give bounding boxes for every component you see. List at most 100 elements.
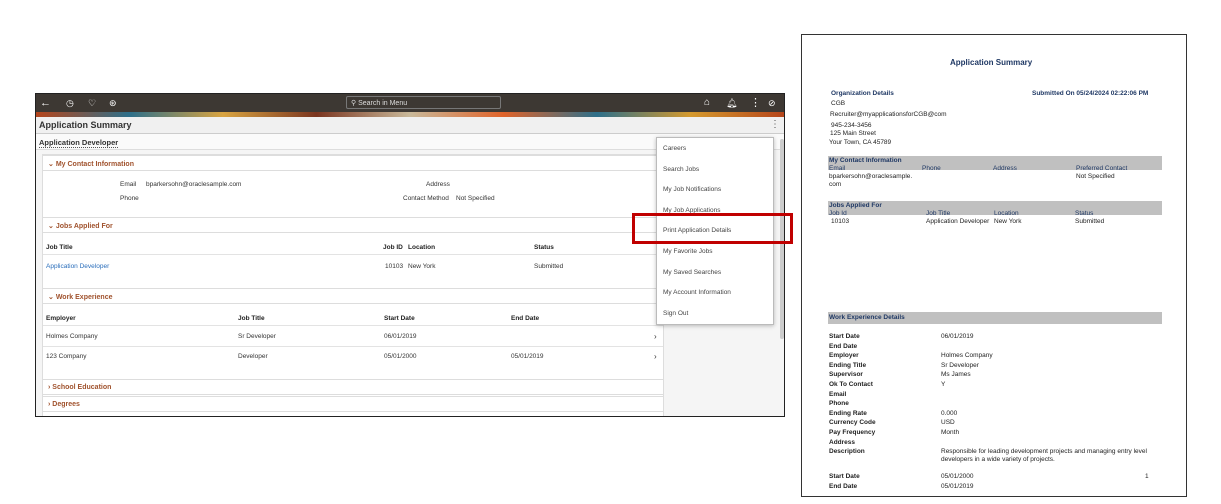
- column-header: Email: [829, 165, 846, 172]
- contact-method-label: Contact Method: [403, 195, 449, 202]
- org-city: Your Town, CA 45789: [829, 139, 892, 146]
- content-panel: ⌄ My Contact Information Email bparkerso…: [42, 154, 664, 416]
- contact-email-cont: com: [829, 181, 842, 188]
- column-header: Location: [408, 244, 436, 251]
- back-icon[interactable]: ←: [40, 96, 51, 110]
- field-value: USD: [941, 419, 955, 427]
- home-icon[interactable]: ⌂: [704, 96, 710, 110]
- search-input[interactable]: ⚲ Search in Menu: [346, 96, 501, 109]
- field-label: End Date: [829, 342, 858, 350]
- column-header: Job ID: [383, 244, 403, 251]
- menu-item-favorite-jobs[interactable]: My Favorite Jobs: [663, 248, 713, 255]
- field-label: Employer: [829, 352, 859, 360]
- field-value: Month: [941, 429, 960, 436]
- menu-item-account-information[interactable]: My Account Information: [663, 289, 731, 296]
- section-title: School Education: [52, 384, 112, 391]
- field-value: 05/01/2000: [941, 473, 974, 480]
- column-header: Preferred Contact: [1076, 165, 1128, 172]
- field-label: End Date: [829, 482, 858, 490]
- column-header: Status: [534, 244, 554, 251]
- chevron-right-icon: ›: [654, 332, 657, 341]
- field-label: Start Date: [829, 333, 860, 340]
- column-header: Job Title: [238, 315, 265, 322]
- job-id: 10103: [831, 218, 850, 225]
- page-title: Application Summary: [36, 117, 784, 134]
- job-subtitle: Application Developer: [39, 138, 119, 148]
- actions-menu-icon[interactable]: ⋮: [750, 96, 761, 110]
- section-degrees-toggle[interactable]: › Degrees: [43, 396, 663, 412]
- work-row[interactable]: 123 Company Developer 05/01/2000 05/01/2…: [43, 347, 663, 367]
- highlight-box: [632, 213, 793, 244]
- field-label: Supervisor: [829, 371, 863, 379]
- start-date: 06/01/2019: [384, 333, 417, 340]
- navbar-compass-icon[interactable]: ⊘: [768, 96, 776, 110]
- field-value: Holmes Company: [941, 352, 993, 360]
- column-header: Phone: [922, 165, 941, 172]
- application-window: ← ◷ ♡ ⊛ ⚲ Search in Menu ⌂ 🔔︎ ⋮ ⊘ Applic…: [35, 93, 785, 417]
- field-label: Currency Code: [829, 419, 876, 427]
- description-cont: developers in a wide variety of projects…: [941, 456, 1055, 463]
- field-label: Start Date: [829, 473, 860, 480]
- section-work-toggle[interactable]: ⌄ Work Experience: [43, 288, 663, 304]
- job-location: New York: [994, 218, 1022, 225]
- org-email: Recruiter@myapplicationsforCGB@com: [830, 111, 947, 118]
- job-title-link[interactable]: Application Developer: [46, 263, 109, 270]
- field-value: Responsible for leading development proj…: [941, 448, 1147, 456]
- field-label: Phone: [829, 400, 849, 408]
- section-contact-toggle[interactable]: ⌄ My Contact Information: [43, 155, 663, 171]
- menu-item-search-jobs[interactable]: Search Jobs: [663, 166, 699, 173]
- org-heading: Organization Details: [831, 90, 894, 97]
- contact-method-value: Not Specified: [456, 195, 495, 202]
- search-placeholder: Search in Menu: [358, 100, 408, 107]
- field-value: 06/01/2019: [941, 333, 974, 340]
- favorites-icon[interactable]: ♡: [88, 96, 96, 110]
- field-value: Sr Developer: [941, 361, 979, 369]
- column-header: Job Id: [829, 210, 847, 217]
- section-jobs-toggle[interactable]: ⌄ Jobs Applied For: [43, 217, 663, 233]
- org-phone: 945-234-3456: [831, 122, 872, 129]
- field-label: Ending Title: [829, 361, 867, 369]
- notifications-icon[interactable]: 🔔︎: [726, 96, 737, 110]
- column-header: Employer: [46, 315, 76, 322]
- chevron-right-icon: ›: [654, 352, 657, 361]
- job-title: Developer: [238, 353, 268, 360]
- field-value: 05/01/2019: [941, 482, 974, 490]
- work-row[interactable]: Holmes Company Sr Developer 06/01/2019 ›: [43, 326, 663, 346]
- history-icon[interactable]: ◷: [66, 96, 74, 110]
- field-label: Address: [829, 438, 856, 446]
- page-actions-icon[interactable]: ⋮: [770, 119, 780, 130]
- menu-item-saved-searches[interactable]: My Saved Searches: [663, 269, 721, 276]
- field-label: Ending Rate: [829, 409, 867, 417]
- job-title: Sr Developer: [238, 333, 276, 340]
- top-nav-bar: ← ◷ ♡ ⊛ ⚲ Search in Menu ⌂ 🔔︎ ⋮ ⊘: [36, 94, 784, 112]
- job-location: New York: [408, 263, 436, 270]
- employer: Holmes Company: [46, 333, 98, 340]
- accessibility-icon[interactable]: ⊛: [109, 96, 117, 110]
- section-school-toggle[interactable]: › School Education: [43, 379, 663, 395]
- org-name: CGB: [831, 100, 846, 107]
- menu-item-sign-out[interactable]: Sign Out: [663, 310, 688, 317]
- menu-item-job-notifications[interactable]: My Job Notifications: [663, 186, 721, 193]
- section-title: Degrees: [52, 401, 80, 408]
- job-status: Submitted: [534, 263, 564, 270]
- column-header: Job Title: [926, 210, 951, 217]
- email-label: Email: [120, 181, 137, 188]
- field-value: Ms James: [941, 371, 971, 379]
- doc-title: Application Summary: [950, 58, 1033, 67]
- section-title: Jobs Applied For: [55, 223, 113, 230]
- column-header: Job Title: [46, 244, 73, 251]
- field-label: Email: [829, 390, 847, 398]
- column-header: End Date: [511, 315, 540, 322]
- field-label: Description: [829, 448, 865, 456]
- column-header: Status: [1075, 210, 1094, 217]
- field-label: Ok To Contact: [829, 381, 873, 388]
- org-street: 125 Main Street: [830, 130, 876, 137]
- menu-item-careers[interactable]: Careers: [663, 145, 686, 152]
- employer: 123 Company: [46, 353, 87, 360]
- job-status: Submitted: [1075, 218, 1105, 225]
- address-label: Address: [426, 181, 450, 188]
- section-title: Work Experience: [55, 294, 113, 301]
- section-heading: Work Experience Details: [829, 314, 905, 321]
- column-header: Start Date: [384, 315, 415, 322]
- column-header: Location: [994, 210, 1019, 217]
